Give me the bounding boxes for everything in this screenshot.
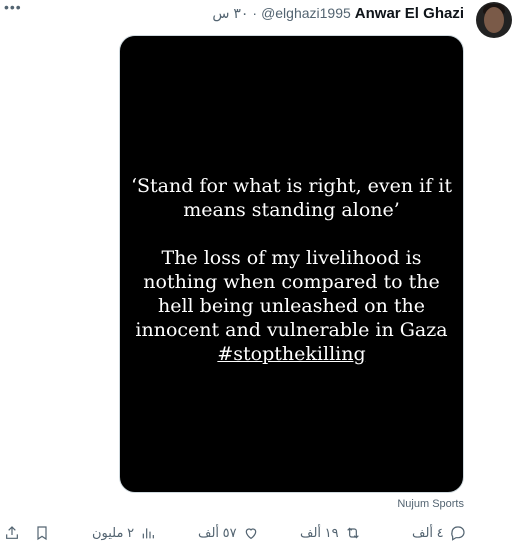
media-quote-text: ‘Stand for what is right, even if it mea… (120, 174, 463, 366)
tweet-media-image[interactable]: ‘Stand for what is right, even if it mea… (119, 35, 464, 493)
body-line: nothing when compared to the (143, 271, 440, 293)
avatar-face (484, 7, 504, 33)
tweet-time[interactable]: ٣٠ س (212, 5, 248, 22)
reply-icon (450, 526, 465, 541)
retweet-button[interactable]: ١٩ ألف (300, 520, 361, 546)
author-name[interactable]: Anwar El Ghazi (355, 5, 464, 22)
reply-count: ٤ ألف (412, 525, 444, 540)
like-count: ٥٧ ألف (198, 525, 237, 540)
hashtag-link: #stopthekilling (217, 343, 366, 365)
action-bar: ٤ ألف ١٩ ألف ٥٧ ألف ٢ مليون (0, 520, 516, 546)
share-icon (6, 526, 18, 539)
like-button[interactable]: ٥٧ ألف (198, 520, 259, 546)
views-count: ٢ مليون (92, 525, 135, 540)
body-line: innocent and vulnerable in Gaza (135, 319, 448, 341)
bookmark-icon (37, 526, 47, 541)
reply-button[interactable]: ٤ ألف (412, 520, 466, 546)
quote-line: ‘Stand for what is right, even if it (130, 175, 453, 197)
separator: · (252, 5, 258, 21)
retweet-icon (346, 527, 359, 539)
heart-icon (245, 528, 256, 540)
tweet-header: ٣٠ س · @elghazi1995 Anwar El Ghazi (212, 3, 464, 23)
body-line: The loss of my livelihood is (161, 247, 422, 269)
quote-line: means standing alone’ (183, 199, 400, 221)
avatar[interactable] (476, 2, 512, 38)
author-handle[interactable]: @elghazi1995 (261, 5, 351, 21)
views-icon (142, 528, 154, 539)
media-source-label[interactable]: Nujum Sports (397, 498, 464, 510)
more-options-icon[interactable]: ••• (4, 0, 21, 16)
retweet-count: ١٩ ألف (300, 525, 339, 540)
body-line: hell being unleashed on the (158, 295, 425, 317)
views-button[interactable]: ٢ مليون (92, 520, 156, 546)
bookmark-button[interactable] (34, 520, 50, 546)
share-button[interactable] (4, 520, 20, 546)
